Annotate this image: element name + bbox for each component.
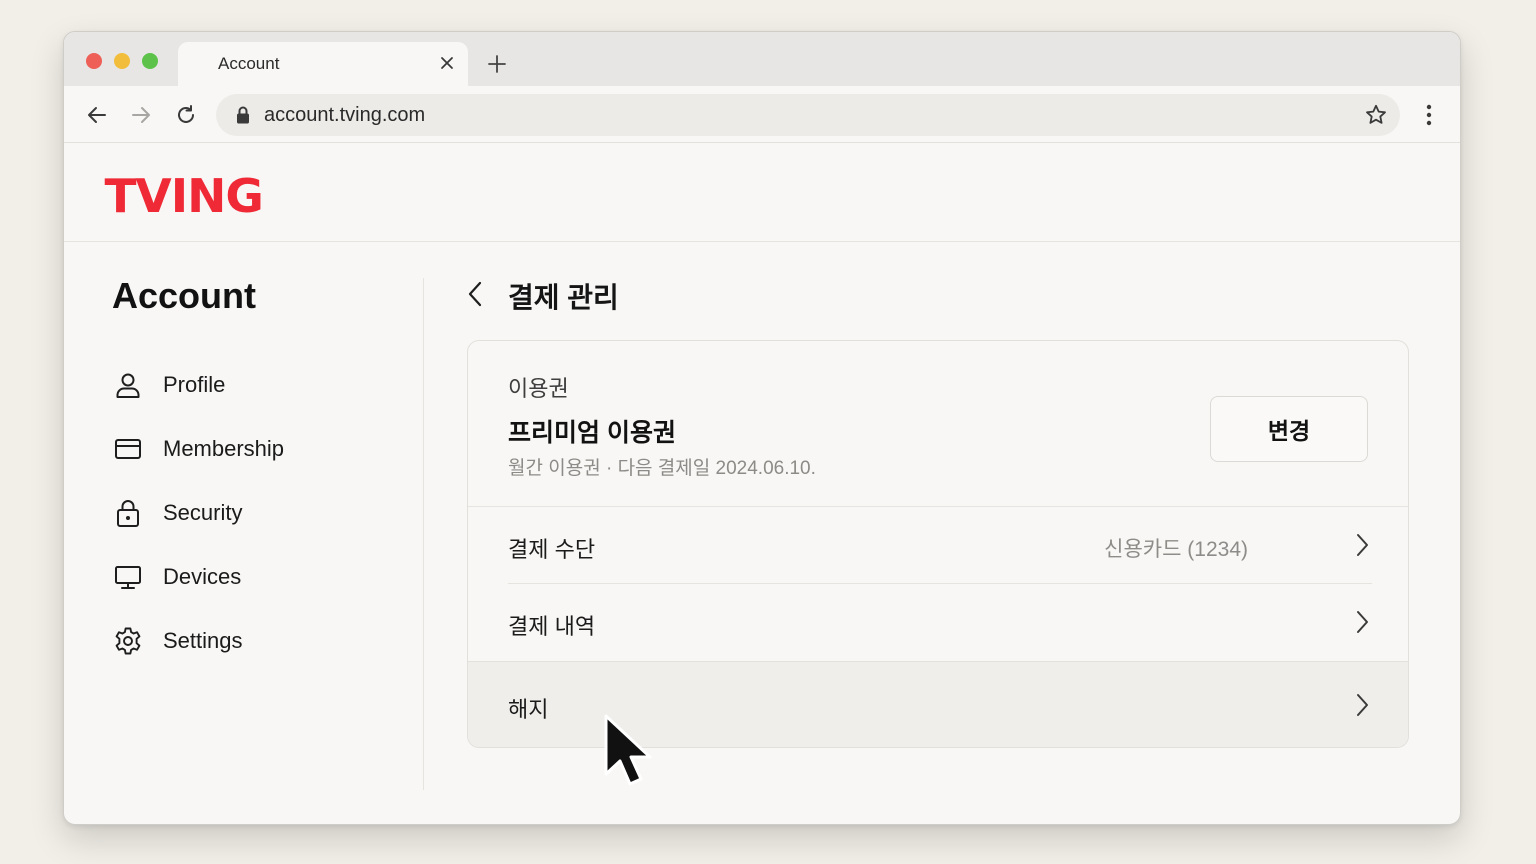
- back-arrow-icon[interactable]: [84, 102, 110, 128]
- plan-name: 프리미엄 이용권: [508, 419, 676, 447]
- tving-logo[interactable]: TVING: [104, 169, 263, 223]
- sidebar-title: Account: [112, 275, 256, 316]
- sidebar-item-membership[interactable]: Membership: [112, 429, 372, 469]
- tab-strip: Account: [64, 32, 1460, 88]
- mouse-cursor-icon: [604, 714, 652, 786]
- row-label: 해지: [508, 697, 549, 722]
- new-tab-icon[interactable]: [484, 51, 510, 77]
- address-bar[interactable]: account.tving.com: [216, 94, 1400, 136]
- browser-tab[interactable]: Account: [178, 42, 468, 88]
- minimize-window-button[interactable]: [114, 53, 130, 69]
- sidebar-item-label: Settings: [163, 628, 243, 653]
- lock-icon: [237, 106, 249, 124]
- payment-method-row[interactable]: 결제 수단 신용카드 (1234): [468, 507, 1408, 584]
- url-text: account.tving.com: [264, 104, 426, 126]
- sidebar-item-settings[interactable]: Settings: [112, 621, 372, 661]
- chevron-right-icon: [1352, 691, 1372, 719]
- sidebar-item-label: Membership: [163, 436, 285, 461]
- tab-title: Account: [218, 54, 280, 73]
- sidebar-item-devices[interactable]: Devices: [112, 557, 372, 597]
- back-chevron-icon[interactable]: [462, 279, 488, 309]
- row-label: 결제 내역: [508, 614, 596, 639]
- chevron-right-icon: [1352, 608, 1372, 636]
- payment-card: 이용권 프리미엄 이용권 월간 이용권 · 다음 결제일 2024.06.10.…: [467, 340, 1409, 748]
- tab-close-icon[interactable]: [436, 52, 458, 74]
- sidebar-item-profile[interactable]: Profile: [112, 365, 372, 405]
- gear-icon: [112, 625, 144, 657]
- payment-history-row[interactable]: 결제 내역: [468, 584, 1408, 661]
- maximize-window-button[interactable]: [142, 53, 158, 69]
- forward-arrow-icon[interactable]: [128, 102, 154, 128]
- card-icon: [112, 433, 144, 465]
- sidebar-divider: [423, 278, 424, 790]
- sidebar-item-label: Security: [163, 500, 243, 525]
- row-label: 결제 수단: [508, 537, 596, 562]
- site-header: TVING: [64, 143, 1460, 242]
- page-title: 결제 관리: [508, 282, 619, 313]
- change-plan-button[interactable]: 변경: [1210, 396, 1368, 462]
- browser-menu-icon[interactable]: [1416, 102, 1442, 128]
- browser-window: Account account.tving.com TVING Account …: [63, 31, 1461, 825]
- plan-label: 이용권: [508, 376, 569, 401]
- plan-meta: 월간 이용권 · 다음 결제일 2024.06.10.: [508, 458, 816, 479]
- monitor-icon: [112, 561, 144, 593]
- row-value: 신용카드 (1234): [1104, 538, 1248, 561]
- sidebar-item-label: Profile: [163, 372, 226, 397]
- chevron-right-icon: [1352, 531, 1372, 559]
- sidebar-item-security[interactable]: Security: [112, 493, 372, 533]
- reload-icon[interactable]: [173, 102, 199, 128]
- browser-toolbar: account.tving.com: [64, 86, 1460, 143]
- sidebar-item-label: Devices: [163, 564, 242, 589]
- close-window-button[interactable]: [86, 53, 102, 69]
- person-icon: [112, 369, 144, 401]
- lock-icon: [112, 497, 144, 529]
- bookmark-star-icon[interactable]: [1364, 103, 1388, 127]
